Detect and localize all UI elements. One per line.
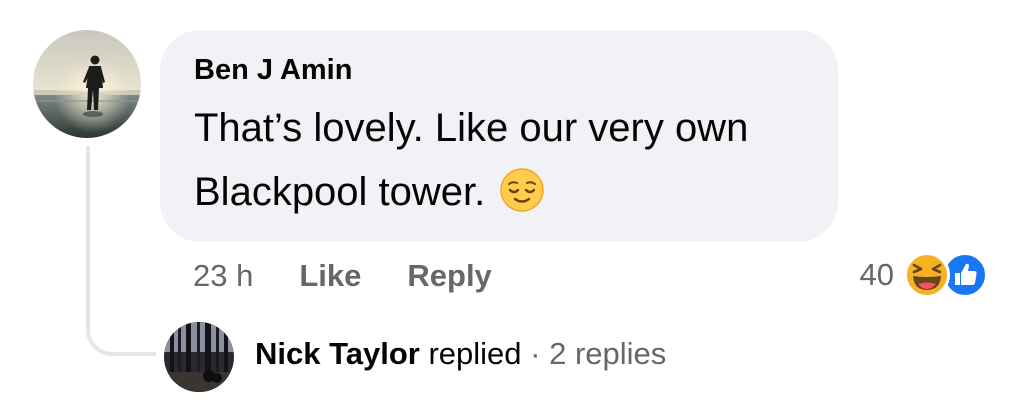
comment-body: That’s lovely. Like our very own Blackpo… (194, 96, 824, 224)
thread-connector-line (86, 146, 156, 356)
separator-dot: · (530, 336, 541, 371)
comment-actions: 23 h Like Reply (193, 254, 538, 298)
reply-avatar-photo (164, 322, 234, 392)
comment-bubble: Ben J Amin That’s lovely. Like our very … (160, 30, 838, 242)
view-replies-link[interactable]: Nick Taylor replied · 2 replies (255, 336, 666, 372)
like-button[interactable]: Like (299, 258, 361, 294)
comment-timestamp[interactable]: 23 h (193, 258, 253, 294)
haha-icon (904, 252, 950, 298)
reaction-count: 40 (859, 257, 894, 292)
comment-text: That’s lovely. Like our very own Blackpo… (194, 106, 749, 214)
reply-avatar[interactable] (164, 322, 234, 392)
avatar-photo (33, 30, 141, 138)
reaction-summary[interactable]: 40 (860, 250, 994, 300)
comment-author[interactable]: Ben J Amin (194, 54, 352, 87)
reaction-icons (904, 250, 994, 300)
replied-label: replied (428, 336, 522, 371)
relieved-face-icon (499, 167, 545, 213)
avatar[interactable] (33, 30, 141, 138)
replies-count: 2 replies (549, 336, 667, 371)
replier-name: Nick Taylor (255, 336, 420, 371)
comment-thread: Ben J Amin That’s lovely. Like our very … (0, 0, 1024, 412)
reply-button[interactable]: Reply (407, 258, 491, 294)
